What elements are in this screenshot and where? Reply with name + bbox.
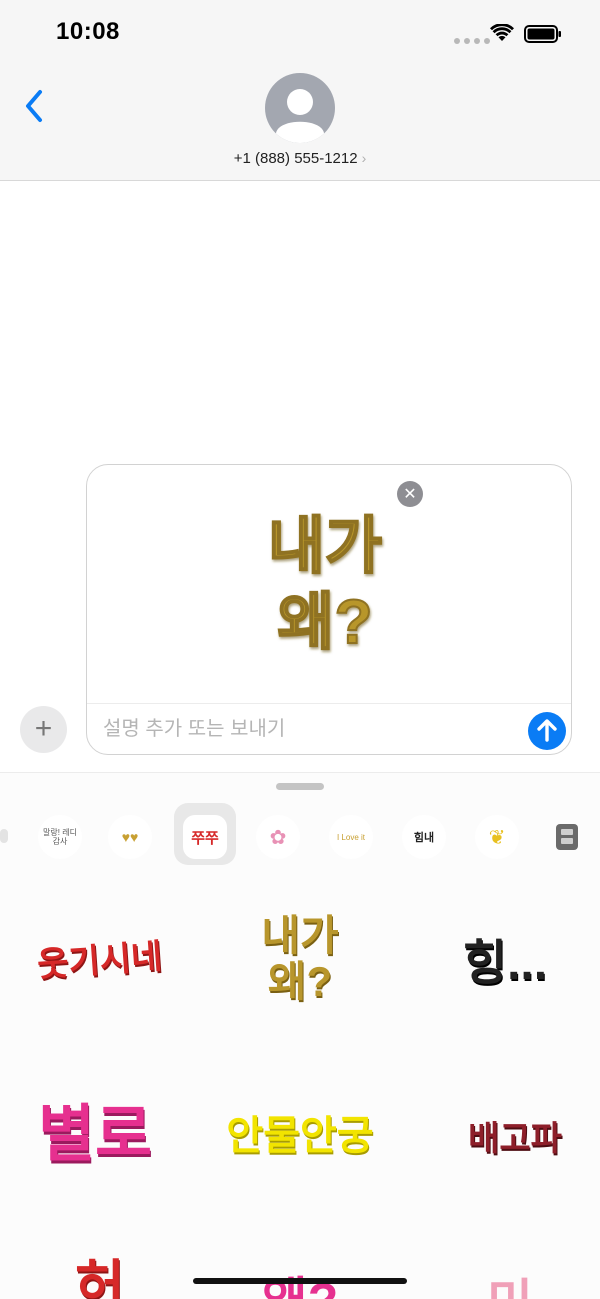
message-list <box>0 181 600 461</box>
tray-item-leaf[interactable]: ❦ <box>475 815 519 859</box>
home-indicator[interactable] <box>193 1278 407 1284</box>
back-chevron-icon[interactable] <box>20 86 50 126</box>
sticker-text-line-1: 내가 <box>261 912 339 959</box>
contact-avatar[interactable] <box>265 73 335 143</box>
app-store-icon <box>556 824 578 850</box>
preview-sticker-image: 내가 왜? <box>267 511 383 658</box>
sticker-text-line-2: 왜? <box>267 958 333 1005</box>
preview-sticker-line-1: 내가 <box>268 512 382 581</box>
sticker-item[interactable]: 허 <box>40 1241 160 1299</box>
tray-item-cheer[interactable]: 힘내 <box>402 815 446 859</box>
compose-box: 내가 왜? ✕ 설명 추가 또는 보내기 <box>86 464 572 755</box>
wifi-icon <box>490 24 514 41</box>
sticker-text: 웃기시네 <box>36 937 164 985</box>
tray-item-love[interactable]: I Love it <box>329 815 373 859</box>
conversation-header: +1 (888) 555-1212 › <box>0 66 600 181</box>
tray-item-hearts[interactable]: ♥♥ <box>108 815 152 859</box>
ginkgo-leaf-icon: ❦ <box>488 826 506 849</box>
plus-icon: + <box>34 712 53 745</box>
sticker-text: 별로 <box>37 1100 153 1169</box>
sticker-item[interactable]: 힝... <box>430 923 580 993</box>
sticker-preview: 내가 왜? <box>87 465 571 703</box>
sticker-text: 미 <box>487 1275 533 1299</box>
tray-item-flower[interactable]: ✿ <box>256 815 300 859</box>
tray-item-label: 쭈쭈 <box>191 829 219 847</box>
send-button[interactable] <box>528 712 566 750</box>
close-icon: ✕ <box>403 486 417 503</box>
arrow-up-icon <box>537 719 557 742</box>
tray-item-label: I Love it <box>336 832 365 842</box>
tray-item-label: 힘내 <box>413 832 435 844</box>
status-bar: 10:08 <box>0 0 600 66</box>
tray-item-app[interactable] <box>546 815 590 859</box>
contact-name-button[interactable]: +1 (888) 555-1212 › <box>0 150 600 167</box>
tray-item-label: 말랑! 레디감사 <box>43 828 77 846</box>
sticker-item[interactable]: 안물안궁 <box>215 1103 385 1161</box>
sticker-text: 힝... <box>462 937 548 990</box>
sticker-text: 안물안궁 <box>226 1114 374 1158</box>
battery-icon <box>524 25 561 43</box>
contact-name: +1 (888) 555-1212 <box>233 150 358 167</box>
sticker-item[interactable]: 미 <box>450 1263 570 1299</box>
sticker-drawer: 말랑! 레디감사 ♥♥ 쭈쭈 ✿ I Love it 힘내 ❦ 웃기시네 내가 … <box>0 772 600 1299</box>
sticker-text: 배고파 <box>468 1120 562 1158</box>
cellular-signal-icon <box>454 38 490 44</box>
flower-icon: ✿ <box>269 826 287 849</box>
sticker-item[interactable]: 배고파 <box>440 1111 590 1160</box>
remove-attachment-button[interactable]: ✕ <box>397 481 423 507</box>
heart-icon: ♥♥ <box>121 829 139 845</box>
chevron-right-icon: › <box>361 150 367 166</box>
tray-item-malang[interactable]: 말랑! 레디감사 <box>38 815 82 859</box>
tray-item-partial[interactable] <box>0 829 8 843</box>
sticker-item[interactable]: 내가 왜? <box>215 913 385 1005</box>
sticker-text: 허 <box>75 1256 125 1299</box>
status-time: 10:08 <box>56 18 120 45</box>
preview-sticker-line-2: 왜? <box>278 588 373 657</box>
tray-item-selected[interactable]: 쭈쭈 <box>183 815 227 859</box>
sticker-item[interactable]: 별로 <box>20 1083 170 1173</box>
drawer-grabber[interactable] <box>276 783 324 790</box>
person-silhouette-icon <box>276 89 324 143</box>
message-input[interactable]: 설명 추가 또는 보내기 <box>103 712 285 741</box>
add-attachment-button[interactable]: + <box>20 706 67 753</box>
sticker-pack-tray: 말랑! 레디감사 ♥♥ 쭈쭈 ✿ I Love it 힘내 ❦ <box>0 803 600 865</box>
compose-divider <box>87 703 571 704</box>
sticker-text: 왜? <box>262 1273 339 1299</box>
sticker-item[interactable]: 웃기시네 <box>20 933 180 985</box>
